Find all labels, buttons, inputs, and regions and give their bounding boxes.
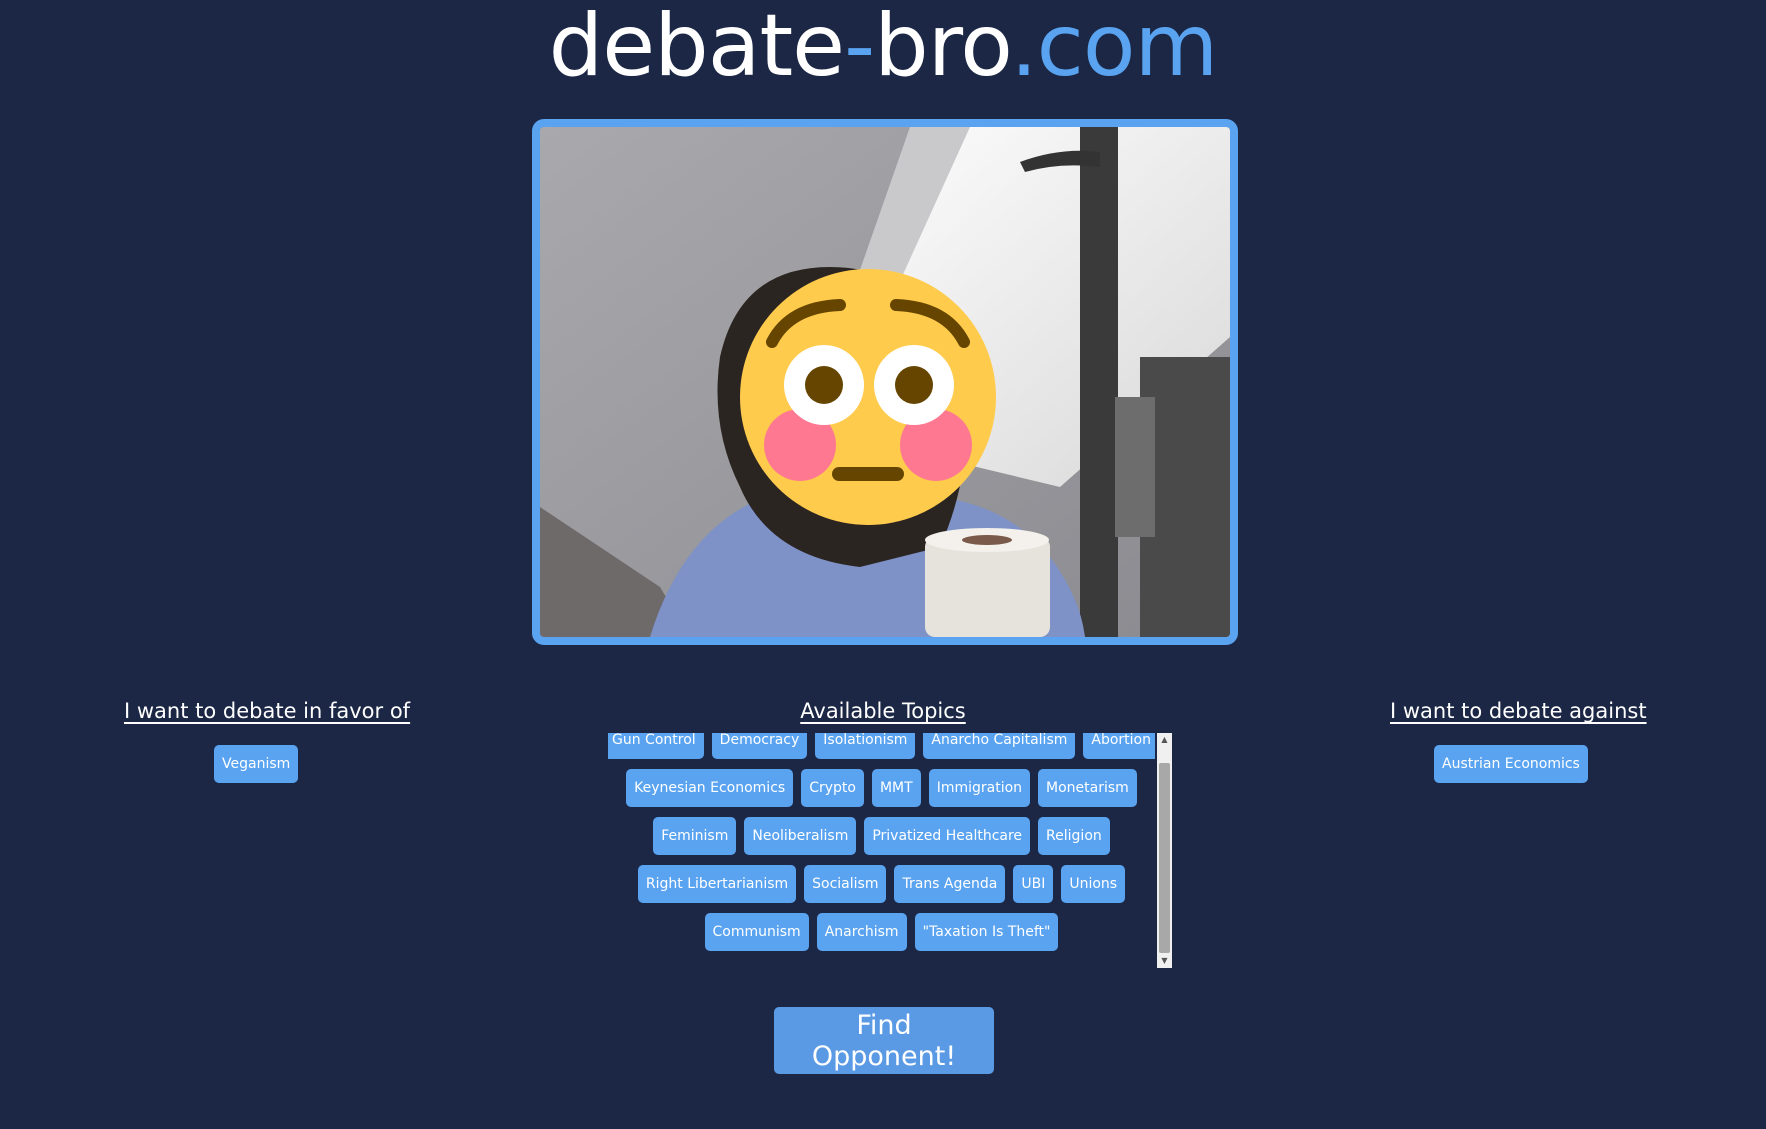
- topics-list-content: Gun Control Democracy Isolationism Anarcho …: [608, 733, 1155, 961]
- topic-chip[interactable]: Democracy: [711, 733, 808, 759]
- topics-list[interactable]: Gun Control Democracy Isolationism Anarcho …: [608, 733, 1155, 968]
- webcam-video: [532, 119, 1238, 645]
- topic-chip[interactable]: Religion: [1038, 817, 1110, 855]
- against-selected-chip[interactable]: Austrian Economics: [1434, 745, 1588, 783]
- topics-scrollbar[interactable]: ▲ ▼: [1157, 733, 1172, 968]
- topic-chip[interactable]: Isolationism: [815, 733, 916, 759]
- topic-chip[interactable]: Neoliberalism: [744, 817, 857, 855]
- topic-chip[interactable]: Unions: [1061, 865, 1126, 903]
- topic-row: Keynesian Economics Crypto MMT Immigration M…: [608, 769, 1155, 807]
- topic-row: Right Libertarianism Socialism Trans Agend…: [608, 865, 1155, 903]
- topic-chip[interactable]: Gun Control: [608, 733, 704, 759]
- topic-chip[interactable]: UBI: [1013, 865, 1054, 903]
- logo-hyphen: -: [844, 0, 875, 96]
- against-heading: I want to debate against: [1390, 699, 1647, 723]
- site-logo[interactable]: debate-bro.com: [0, 0, 1766, 92]
- topic-chip[interactable]: "Taxation Is Theft": [914, 913, 1059, 951]
- topic-chip[interactable]: Trans Agenda: [894, 865, 1006, 903]
- topic-chip[interactable]: Keynesian Economics: [626, 769, 794, 807]
- topic-row: Communism Anarchism "Taxation Is Theft": [608, 913, 1155, 951]
- scroll-up-arrow-icon[interactable]: ▲: [1157, 733, 1172, 747]
- flushed-face-emoji-icon: [740, 269, 996, 525]
- topic-chip[interactable]: Crypto: [801, 769, 864, 807]
- webcam-feed-image: [540, 127, 1230, 637]
- find-opponent-button[interactable]: Find Opponent!: [774, 1007, 994, 1074]
- topic-chip[interactable]: Anarchism: [816, 913, 907, 951]
- logo-tld: .com: [1010, 0, 1218, 96]
- topic-chip[interactable]: Communism: [704, 913, 809, 951]
- topic-chip[interactable]: Privatized Healthcare: [864, 817, 1031, 855]
- logo-part-bro: bro: [874, 0, 1011, 96]
- topic-chip[interactable]: MMT: [871, 769, 921, 807]
- topic-chip[interactable]: Right Libertarianism: [637, 865, 797, 903]
- scrollbar-thumb[interactable]: [1159, 763, 1170, 953]
- topic-row: Gun Control Democracy Isolationism Anarcho …: [608, 733, 1155, 759]
- topic-chip[interactable]: Immigration: [928, 769, 1031, 807]
- topic-chip[interactable]: Abortion: [1083, 733, 1155, 759]
- topic-chip[interactable]: Feminism: [653, 817, 737, 855]
- favor-selected-chip[interactable]: Veganism: [214, 745, 299, 783]
- topic-chip[interactable]: Anarcho Capitalism: [923, 733, 1076, 759]
- logo-part-debate: debate: [548, 0, 845, 96]
- page: debate-bro.com I want to debate in favor…: [0, 0, 1766, 1129]
- topic-row: Feminism Neoliberalism Privatized Healthca…: [608, 817, 1155, 855]
- scroll-down-arrow-icon[interactable]: ▼: [1157, 954, 1172, 968]
- topic-chip[interactable]: Monetarism: [1038, 769, 1137, 807]
- topic-chip[interactable]: Socialism: [804, 865, 887, 903]
